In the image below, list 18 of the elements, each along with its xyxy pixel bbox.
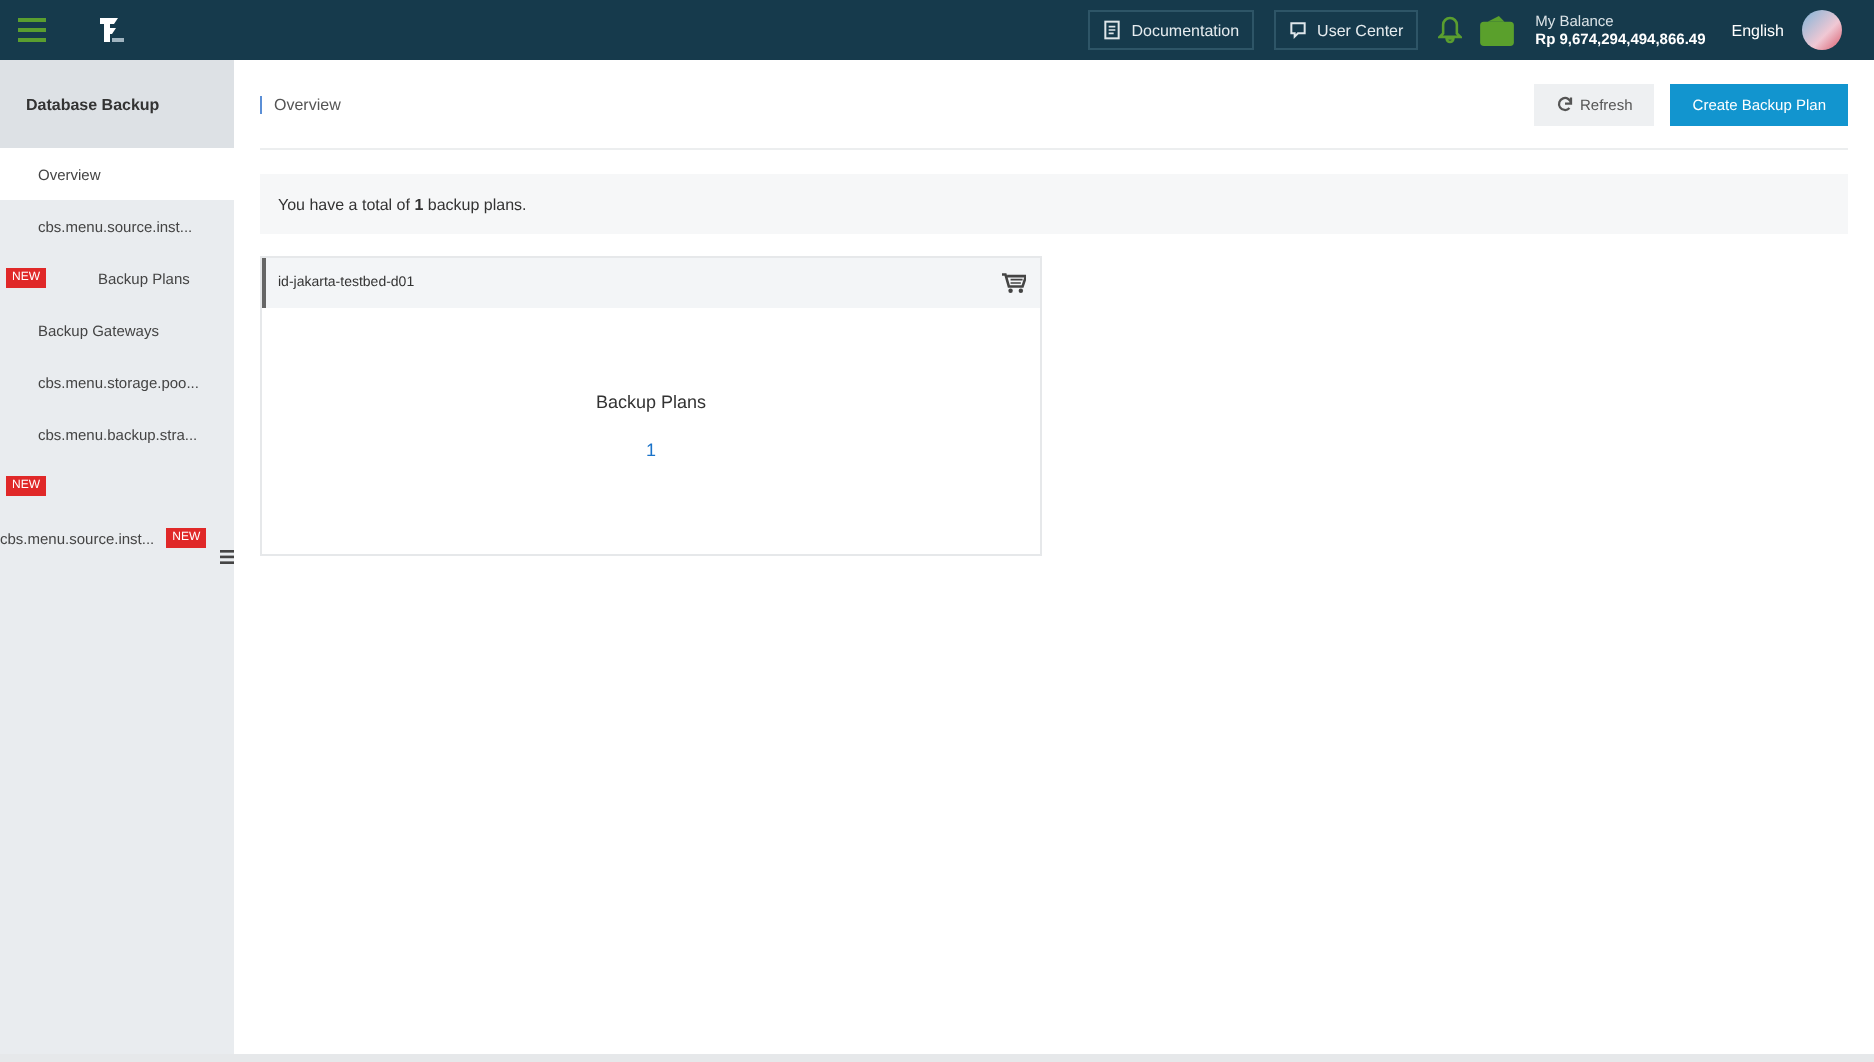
metric-link[interactable]: 1 [645,439,656,459]
menu-icon[interactable] [18,18,46,42]
chat-icon [1287,20,1308,40]
summary-text: You have a total of 1 backup plans. [278,195,527,213]
document-icon [1101,20,1122,40]
cart-icon[interactable] [1002,272,1026,294]
bell-icon[interactable] [1437,16,1462,44]
page-title: Overview [260,95,341,113]
language-selector[interactable]: English [1731,21,1784,39]
collapse-handle-icon[interactable] [220,550,234,564]
sidebar-title: Database Backup [0,60,234,148]
user-center-button[interactable]: User Center [1273,10,1418,50]
avatar[interactable] [1802,10,1842,50]
refresh-icon [1556,95,1575,113]
metric-label: Backup Plans [595,391,707,411]
documentation-button[interactable]: Documentation [1087,10,1254,50]
wallet-icon[interactable] [1479,15,1514,45]
logo-icon [94,14,126,46]
